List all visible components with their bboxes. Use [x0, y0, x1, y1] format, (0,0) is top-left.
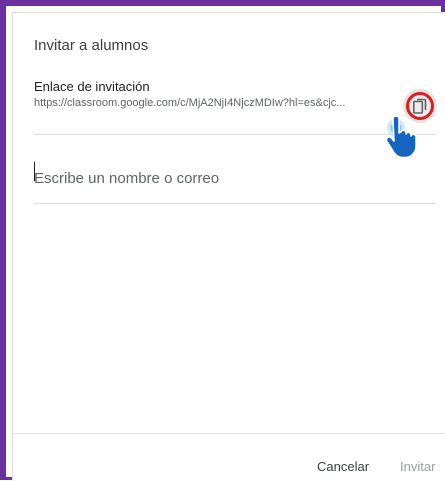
- cancel-button[interactable]: Cancelar: [317, 459, 369, 474]
- invite-students-dialog: Invitar a alumnos Enlace de invitación h…: [12, 12, 445, 481]
- name-or-email-input[interactable]: [34, 153, 436, 203]
- invite-link-url: https://classroom.google.com/c/MjA2NjI4N…: [34, 97, 346, 109]
- footer-divider: [13, 433, 445, 434]
- pointer-hand-cursor-icon: [385, 115, 417, 159]
- invite-button[interactable]: Invitar: [400, 459, 435, 474]
- link-section-divider: [34, 134, 436, 135]
- invite-link-label: Enlace de invitación: [34, 79, 150, 94]
- dialog-title: Invitar a alumnos: [34, 37, 149, 54]
- input-underline: [34, 203, 436, 204]
- text-caret: [34, 162, 35, 181]
